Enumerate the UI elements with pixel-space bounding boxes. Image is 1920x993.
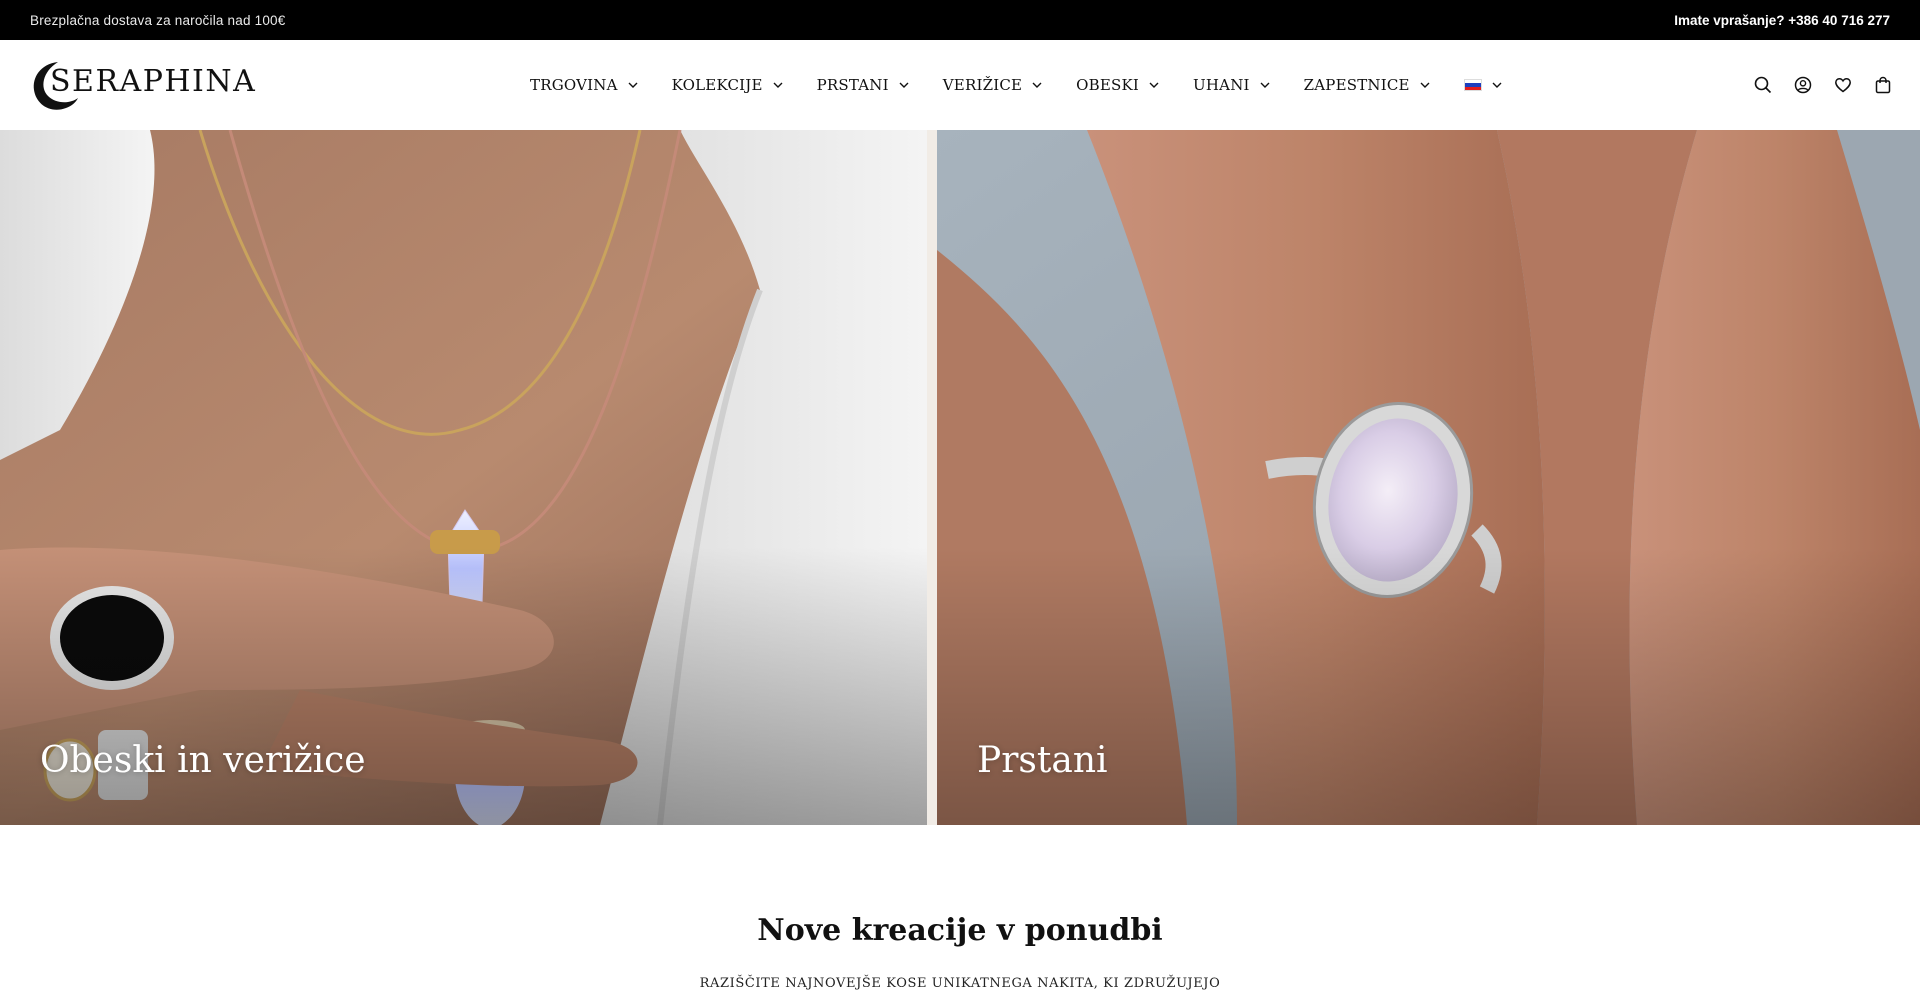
nav-item-label: TRGOVINA [530,76,618,94]
collection-title: Prstani [977,740,1108,781]
section-title: Nove kreacije v ponudbi [757,913,1163,948]
nav-item-label: ZAPESTNICE [1303,76,1410,94]
panel-divider [927,130,937,825]
collection-card-pendants[interactable]: Obeski in verižice [0,130,927,825]
site-header: SERAPHINA TRGOVINA KOLEKCIJE PRSTANI VER… [0,40,1920,130]
contact-phone-text[interactable]: Imate vprašanje? +386 40 716 277 [1674,13,1890,28]
nav-item-label: UHANI [1193,76,1250,94]
chevron-down-icon [1420,82,1430,88]
necklace-pendants-photo [0,130,927,825]
announcement-bar: Brezplačna dostava za naročila nad 100€ … [0,0,1920,40]
nav-item-verizice[interactable]: VERIŽICE [943,76,1042,94]
nav-item-prstani[interactable]: PRSTANI [817,76,909,94]
collection-card-rings[interactable]: Prstani [937,130,1920,825]
brand-logo[interactable]: SERAPHINA [28,58,255,110]
brand-name: SERAPHINA [50,64,257,99]
main-nav: TRGOVINA KOLEKCIJE PRSTANI VERIŽICE OBES… [530,40,1536,130]
section-subtitle: RAZIŠČITE NAJNOVEJŠE KOSE UNIKATNEGA NAK… [699,976,1221,991]
language-selector[interactable] [1463,79,1502,91]
chevron-down-icon [899,82,909,88]
wishlist-heart-icon[interactable] [1834,76,1852,94]
chevron-down-icon [1032,82,1042,88]
nav-item-label: VERIŽICE [942,76,1023,94]
chevron-down-icon [1149,82,1159,88]
chevron-down-icon [628,82,638,88]
search-icon[interactable] [1754,76,1772,94]
chevron-down-icon [773,82,783,88]
chevron-down-icon [1492,82,1502,88]
nav-item-label: PRSTANI [816,76,889,94]
free-shipping-text: Brezplačna dostava za naročila nad 100€ [30,12,286,28]
nav-item-trgovina[interactable]: TRGOVINA [530,76,638,94]
slovenia-flag-icon [1463,79,1482,91]
nav-item-uhani[interactable]: UHANI [1193,76,1270,94]
account-icon[interactable] [1794,76,1812,94]
collection-title: Obeski in verižice [40,740,366,781]
nav-item-label: OBESKI [1076,76,1140,94]
cart-bag-icon[interactable] [1874,76,1892,94]
nav-item-label: KOLEKCIJE [671,76,763,94]
nav-item-kolekcije[interactable]: KOLEKCIJE [672,76,783,94]
chevron-down-icon [1260,82,1270,88]
nav-item-zapestnice[interactable]: ZAPESTNICE [1304,76,1430,94]
moonstone-ring-on-hand-photo [937,130,1920,825]
hero-collections: Obeski in verižice Prstani [0,130,1920,825]
nav-item-obeski[interactable]: OBESKI [1076,76,1159,94]
header-actions [1732,40,1892,130]
